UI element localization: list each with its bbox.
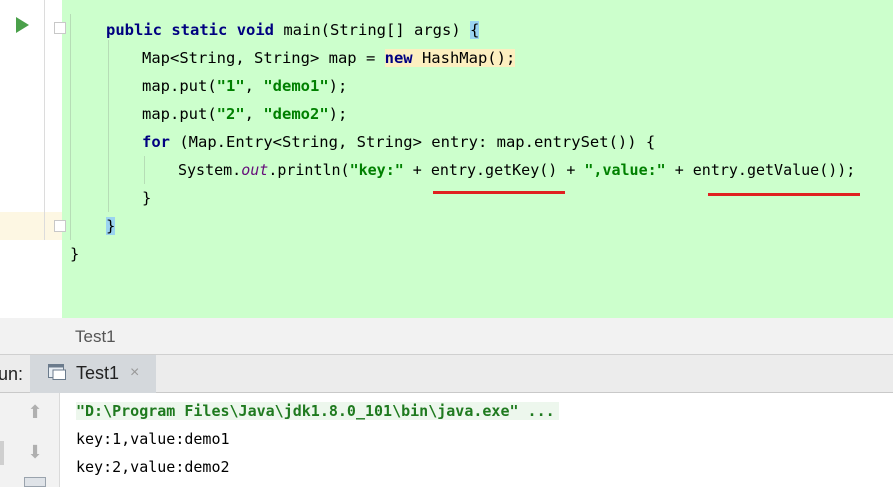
keyword: static <box>171 21 228 39</box>
static-field: out <box>241 161 269 179</box>
matched-brace: { <box>469 21 480 39</box>
code-line-6: System.out.println("key:" + entry.getKey… <box>178 156 855 184</box>
code-line-5: for (Map.Entry<String, String> entry: ma… <box>142 128 655 156</box>
editor-gutter <box>0 0 62 318</box>
code-line-8: } <box>106 212 116 240</box>
close-icon[interactable]: × <box>130 364 139 382</box>
string-literal: "demo1" <box>263 77 329 95</box>
keyword: for <box>142 133 170 151</box>
scroll-down-icon[interactable]: ⬇ <box>24 441 46 463</box>
run-tool-window-header: un: Test1 × <box>0 355 893 393</box>
code-text: System. <box>178 161 242 179</box>
code-line-1: public static void main(String[] args) { <box>106 16 480 44</box>
run-panel-label: un: <box>0 364 24 384</box>
code-editor[interactable]: public static void main(String[] args) {… <box>0 0 893 318</box>
code-line-4: map.put("2", "demo2"); <box>142 100 347 128</box>
keyword: void <box>236 21 275 39</box>
annotation-underline-getvalue <box>708 193 860 196</box>
annotation-underline-getkey <box>433 191 565 194</box>
code-text: map.put( <box>142 77 217 95</box>
string-literal: "2" <box>216 105 245 123</box>
code-text: + entry.getKey() + <box>403 161 585 179</box>
code-text: , <box>244 77 264 95</box>
code-text: HashMap(); <box>412 49 516 67</box>
soft-wrap-icon[interactable] <box>24 477 46 487</box>
code-text: + entry.getValue()); <box>665 161 856 179</box>
run-console[interactable]: ⬆ ⬇ "D:\Program Files\Java\jdk1.8.0_101\… <box>0 393 893 487</box>
run-config-icon <box>48 364 66 380</box>
toolbar-edge <box>0 441 4 465</box>
fold-marker-icon[interactable] <box>54 220 66 232</box>
console-toolbar: ⬆ ⬇ <box>0 393 60 487</box>
editor-breadcrumb-bar: Test1 <box>0 318 893 355</box>
code-text: map.put( <box>142 105 217 123</box>
indent-guide <box>70 14 71 240</box>
code-text: main(String[] args) <box>274 21 470 39</box>
console-command: "D:\Program Files\Java\jdk1.8.0_101\bin\… <box>76 402 559 420</box>
run-tab-label: Test1 <box>76 363 120 383</box>
keyword: new <box>384 49 413 67</box>
fold-marker-icon[interactable] <box>54 22 66 34</box>
string-literal: "key:" <box>349 161 404 179</box>
code-line-7: } <box>142 184 151 212</box>
console-command-line: "D:\Program Files\Java\jdk1.8.0_101\bin\… <box>76 397 559 425</box>
indent-guide <box>144 156 145 184</box>
code-text: ); <box>328 105 348 123</box>
string-literal: "demo2" <box>263 105 329 123</box>
code-line-3: map.put("1", "demo1"); <box>142 72 347 100</box>
code-line-9: } <box>70 240 79 268</box>
string-literal: "1" <box>216 77 245 95</box>
highlighted-code-block: public static void main(String[] args) {… <box>62 0 893 318</box>
code-text: } <box>142 189 152 207</box>
gutter-separator <box>44 0 45 240</box>
code-text: (Map.Entry<String, String> entry: map.en… <box>170 133 656 151</box>
run-tab-test1[interactable]: Test1 × <box>30 355 156 393</box>
scroll-up-icon[interactable]: ⬆ <box>24 401 46 423</box>
code-text: .println( <box>268 161 350 179</box>
code-text: } <box>70 245 80 263</box>
code-text: , <box>244 105 264 123</box>
code-text: Map<String, String> map = <box>142 49 385 67</box>
console-output-line: key:2,value:demo2 <box>76 458 230 476</box>
string-literal: ",value:" <box>584 161 666 179</box>
breadcrumb-class[interactable]: Test1 <box>75 327 116 347</box>
current-line-marker <box>0 212 62 240</box>
matched-brace: } <box>106 217 116 235</box>
console-output-line: key:1,value:demo1 <box>76 430 230 448</box>
indent-guide <box>108 40 109 212</box>
code-line-2: Map<String, String> map = new HashMap(); <box>142 44 516 72</box>
run-main-icon[interactable] <box>16 17 29 33</box>
keyword: public <box>106 21 162 39</box>
code-text: ); <box>328 77 348 95</box>
